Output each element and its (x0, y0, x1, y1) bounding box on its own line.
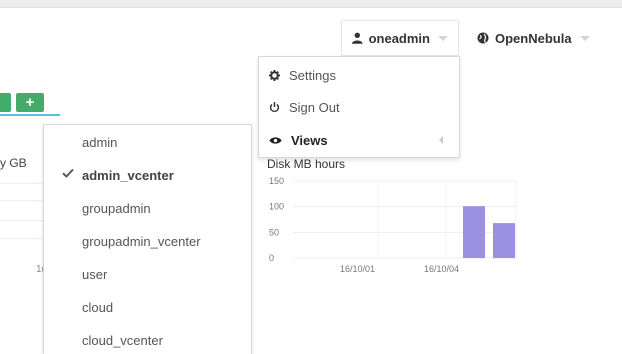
views-submenu: admin admin_vcenter groupadmin groupadmi… (43, 124, 252, 354)
grid-line (0, 183, 44, 184)
power-icon (269, 101, 280, 113)
menu-item-label: Settings (289, 67, 336, 83)
chevron-left-icon (439, 136, 443, 144)
grid-line (0, 220, 44, 221)
view-item-groupadmin-vcenter[interactable]: groupadmin_vcenter (44, 225, 251, 258)
view-item-user[interactable]: user (44, 258, 251, 291)
view-item-label: user (82, 267, 108, 282)
view-item-cloud-vcenter[interactable]: cloud_vcenter (44, 324, 251, 354)
view-item-label: admin_vcenter (82, 168, 174, 183)
chevron-down-icon (438, 35, 448, 41)
view-item-label: groupadmin (82, 201, 151, 216)
gear-icon (269, 69, 280, 81)
menu-item-label: Views (291, 132, 328, 148)
eye-icon (269, 136, 282, 144)
action-button-partial[interactable] (0, 93, 11, 112)
active-tab-indicator (0, 114, 60, 116)
user-menu-button[interactable]: oneadmin (341, 20, 459, 56)
disk-mb-hours-chart: 0 50 100 150 16/10/01 16/10/04 (269, 176, 517, 274)
y-tick-label: 50 (269, 227, 279, 237)
add-button[interactable]: + (16, 93, 44, 112)
x-tick-label: 16/10/01 (340, 264, 375, 274)
grid-line (0, 238, 44, 239)
x-tick-label: 16/10/04 (424, 264, 459, 274)
add-button-label: + (25, 94, 35, 111)
y-tick-label: 100 (269, 202, 284, 212)
menu-item-settings[interactable]: Settings (259, 60, 459, 90)
zone-menu-button[interactable]: OpenNebula (467, 20, 600, 56)
view-item-admin[interactable]: admin (44, 126, 251, 159)
view-item-cloud[interactable]: cloud (44, 291, 251, 324)
view-item-label: admin (82, 135, 118, 150)
menu-item-label: Sign Out (289, 99, 340, 115)
menu-item-sign-out[interactable]: Sign Out (259, 92, 459, 122)
user-icon (352, 32, 363, 44)
chart-bar (493, 223, 515, 258)
zone-menu-label: OpenNebula (495, 30, 572, 46)
globe-icon (477, 32, 489, 44)
user-menu-label: oneadmin (368, 30, 430, 46)
view-item-groupadmin[interactable]: groupadmin (44, 192, 251, 225)
user-dropdown-menu: Settings Sign Out Views (258, 56, 460, 158)
y-tick-label: 150 (269, 176, 284, 186)
top-bar (0, 0, 622, 8)
view-item-label: cloud_vcenter (82, 333, 163, 348)
chart-title: Disk MB hours (267, 157, 346, 171)
menu-item-views[interactable]: Views (259, 125, 459, 155)
chevron-down-icon (579, 35, 590, 41)
grid-line (0, 200, 44, 201)
checkmark-icon (62, 168, 74, 178)
view-item-label: groupadmin_vcenter (82, 234, 201, 249)
view-item-label: cloud (82, 300, 114, 315)
y-tick-label: 0 (269, 253, 274, 263)
view-item-admin-vcenter[interactable]: admin_vcenter (44, 159, 251, 192)
chart-bar (463, 206, 485, 258)
axis-label-fragment: y GB (0, 156, 27, 170)
